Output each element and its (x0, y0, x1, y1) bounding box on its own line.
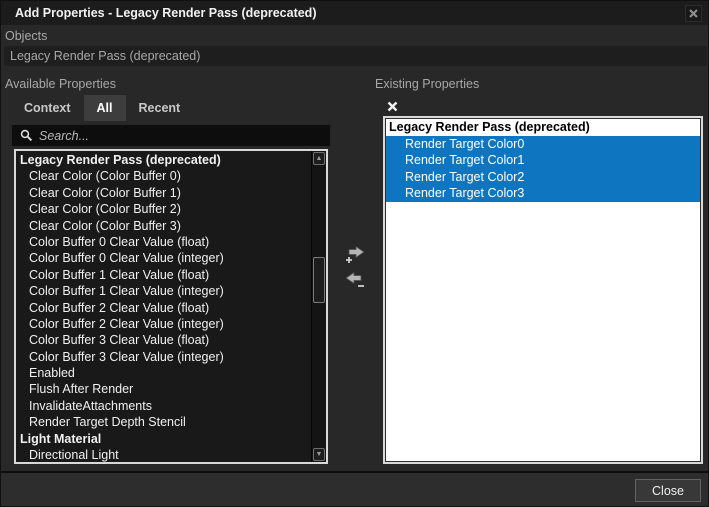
dialog-close-button[interactable] (685, 5, 702, 22)
available-property-item[interactable]: Clear Color (Color Buffer 3) (18, 218, 310, 234)
available-property-item[interactable]: Color Buffer 0 Clear Value (float) (18, 234, 310, 250)
remove-property-button[interactable] (342, 269, 368, 292)
dialog-title: Add Properties - Legacy Render Pass (dep… (15, 1, 316, 25)
available-property-item[interactable]: Color Buffer 2 Clear Value (integer) (18, 316, 310, 332)
remove-arrow-icon (342, 269, 368, 292)
x-icon (387, 101, 398, 112)
available-properties-label: Available Properties (5, 77, 116, 91)
available-property-item[interactable]: Directional Light (18, 447, 310, 463)
existing-group-header[interactable]: Legacy Render Pass (deprecated) (386, 119, 700, 136)
available-property-item[interactable]: Render Target Depth Stencil (18, 414, 310, 430)
add-properties-dialog: Add Properties - Legacy Render Pass (dep… (0, 0, 709, 507)
objects-label: Objects (5, 29, 47, 43)
available-group-header[interactable]: Legacy Render Pass (deprecated) (18, 152, 310, 168)
existing-list[interactable]: Legacy Render Pass (deprecated)Render Ta… (383, 116, 703, 464)
available-property-item[interactable]: Color Buffer 1 Clear Value (float) (18, 267, 310, 283)
scroll-down-icon[interactable]: ▼ (313, 448, 325, 461)
available-property-item[interactable]: Clear Color (Color Buffer 1) (18, 185, 310, 201)
tab-context[interactable]: Context (11, 95, 84, 121)
remove-selected-button[interactable] (384, 98, 400, 114)
add-arrow-icon (342, 243, 368, 266)
tab-recent[interactable]: Recent (126, 95, 194, 121)
search-icon (20, 129, 33, 142)
close-icon (689, 9, 698, 18)
available-property-item[interactable]: Clear Color (Color Buffer 0) (18, 168, 310, 184)
existing-properties-label: Existing Properties (375, 77, 479, 91)
available-property-item[interactable]: Color Buffer 1 Clear Value (integer) (18, 283, 310, 299)
existing-property-item[interactable]: Render Target Color2 (386, 169, 700, 185)
available-list[interactable]: Legacy Render Pass (deprecated)Clear Col… (14, 149, 328, 464)
available-property-item[interactable]: Color Buffer 3 Clear Value (integer) (18, 349, 310, 365)
available-property-item[interactable]: Flush After Render (18, 381, 310, 397)
existing-property-item[interactable]: Render Target Color3 (386, 185, 700, 201)
available-list-scrollbar[interactable]: ▲ ▼ (311, 151, 326, 462)
existing-list-rows: Legacy Render Pass (deprecated)Render Ta… (386, 119, 700, 202)
available-property-item[interactable]: Clear Color (Color Buffer 2) (18, 201, 310, 217)
available-property-item[interactable]: Enabled (18, 365, 310, 381)
available-property-item[interactable]: Color Buffer 2 Clear Value (float) (18, 300, 310, 316)
add-property-button[interactable] (342, 243, 368, 266)
available-list-rows: Legacy Render Pass (deprecated)Clear Col… (18, 152, 310, 463)
scroll-up-icon[interactable]: ▲ (313, 152, 325, 165)
footer: Close (1, 473, 709, 507)
dialog-titlebar[interactable]: Add Properties - Legacy Render Pass (dep… (1, 1, 709, 25)
search-input[interactable] (39, 129, 330, 143)
available-group-header[interactable]: Light Material (18, 431, 310, 447)
search-box[interactable] (11, 124, 331, 147)
objects-selected-label: Legacy Render Pass (deprecated) (10, 49, 200, 63)
existing-property-item[interactable]: Render Target Color1 (386, 152, 700, 168)
existing-property-item[interactable]: Render Target Color0 (386, 136, 700, 152)
tab-all[interactable]: All (84, 95, 126, 121)
scrollbar-thumb[interactable] (313, 257, 325, 303)
tab-bar: ContextAllRecent (11, 95, 193, 121)
available-property-item[interactable]: InvalidateAttachments (18, 398, 310, 414)
objects-selected-row[interactable]: Legacy Render Pass (deprecated) (4, 46, 707, 66)
available-property-item[interactable]: Color Buffer 0 Clear Value (integer) (18, 250, 310, 266)
available-property-item[interactable]: Color Buffer 3 Clear Value (float) (18, 332, 310, 348)
close-button[interactable]: Close (635, 479, 701, 502)
